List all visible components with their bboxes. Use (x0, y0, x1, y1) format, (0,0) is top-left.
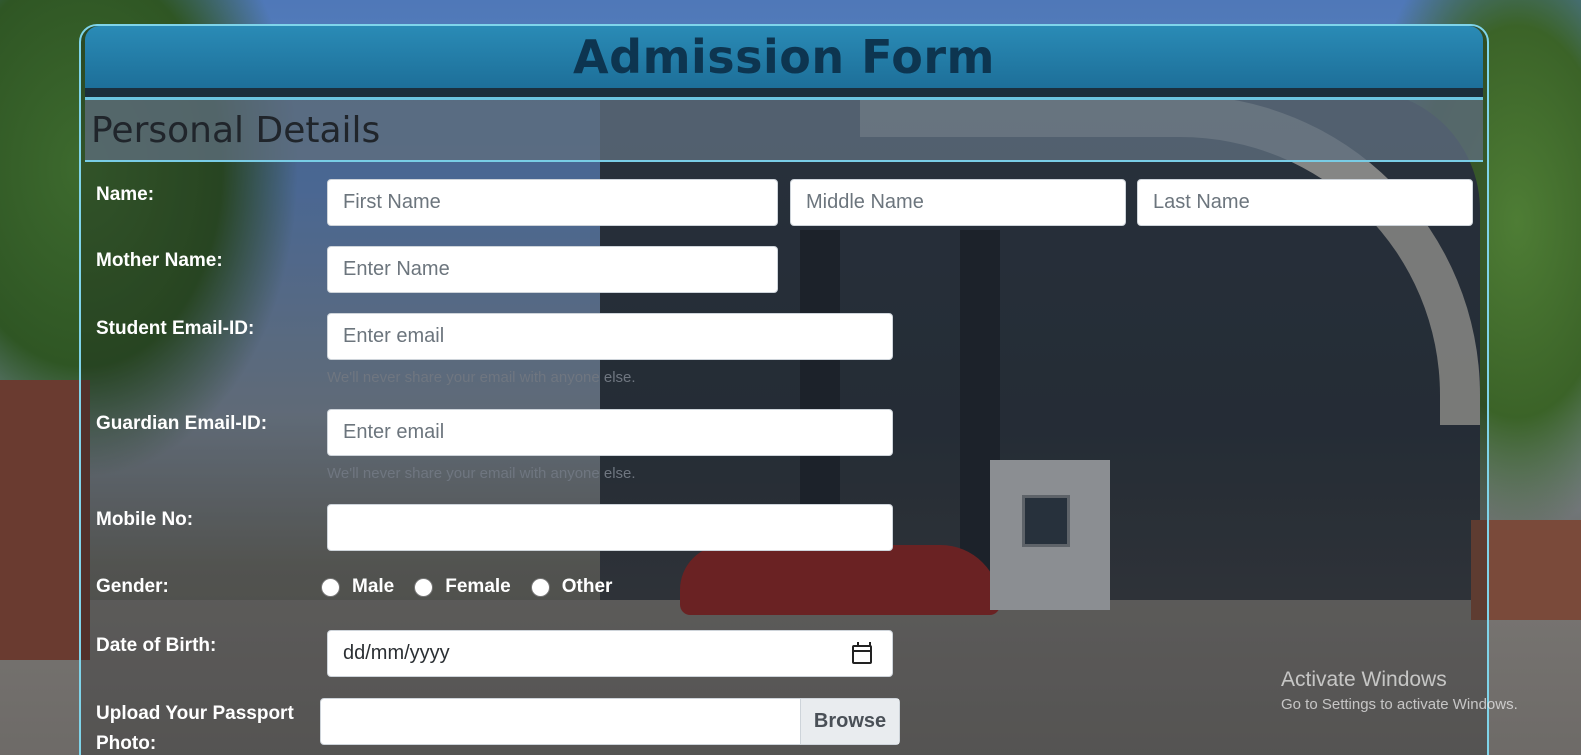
form-header: Admission Form (85, 26, 1483, 88)
gender-radio-group: Male Female Other (321, 576, 632, 598)
first-name-input[interactable]: First Name (327, 179, 778, 226)
gender-female-label[interactable]: Female (445, 576, 510, 598)
gender-other-radio[interactable] (530, 577, 550, 597)
student-email-help: We'll never share your email with anyone… (327, 369, 636, 386)
last-name-input[interactable]: Last Name (1137, 179, 1473, 226)
dob-input[interactable]: dd/mm/yyyy (327, 630, 893, 677)
gender-male-label[interactable]: Male (352, 576, 394, 598)
student-email-input[interactable]: Enter email (327, 313, 893, 360)
browse-button[interactable]: Browse (800, 699, 899, 744)
photo-label-line2: Photo: (96, 733, 157, 754)
mobile-input[interactable] (327, 504, 893, 551)
activate-title: Activate Windows (1281, 668, 1447, 691)
mother-name-input[interactable]: Enter Name (327, 246, 778, 293)
guardian-email-label: Guardian Email-ID: (96, 413, 268, 434)
calendar-icon[interactable] (852, 642, 872, 664)
gender-female-radio[interactable] (414, 577, 434, 597)
activate-subtitle: Go to Settings to activate Windows. (1281, 696, 1518, 713)
photo-label-line1: Upload Your Passport (96, 703, 294, 724)
gender-other-label[interactable]: Other (562, 576, 613, 598)
dob-placeholder: dd/mm/yyyy (343, 642, 450, 664)
dob-label: Date of Birth: (96, 635, 217, 656)
section-header: Personal Details (85, 100, 1483, 162)
section-title: Personal Details (91, 109, 381, 151)
guardian-email-input[interactable]: Enter email (327, 409, 893, 456)
admission-form-panel: Admission Form Personal Details Name: Fi… (79, 24, 1489, 755)
middle-name-input[interactable]: Middle Name (790, 179, 1126, 226)
guardian-email-help: We'll never share your email with anyone… (327, 465, 636, 482)
mother-name-label: Mother Name: (96, 250, 223, 271)
name-label: Name: (96, 184, 155, 205)
gender-male-radio[interactable] (321, 577, 340, 597)
header-divider (85, 88, 1483, 100)
gender-label: Gender: (96, 576, 169, 597)
mobile-label: Mobile No: (96, 509, 194, 530)
photo-file-input[interactable]: Browse (320, 698, 900, 745)
form-title: Admission Form (573, 30, 995, 84)
student-email-label: Student Email-ID: (96, 318, 255, 339)
windows-activation-watermark: Activate Windows Go to Settings to activ… (1281, 668, 1518, 713)
